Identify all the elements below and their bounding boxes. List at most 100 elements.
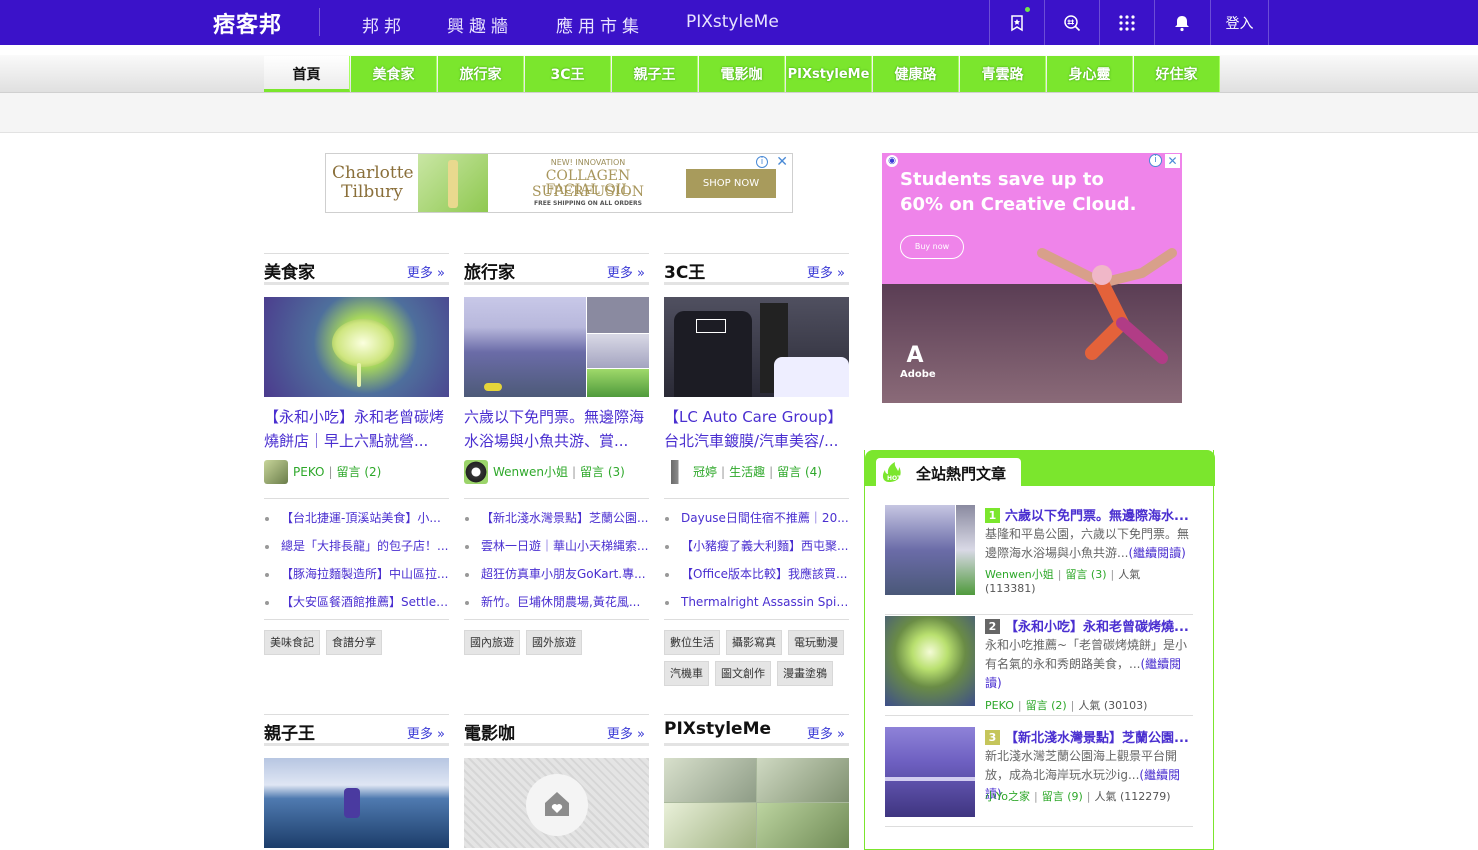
tag[interactable]: 國內旅遊 (464, 630, 520, 655)
ad-buy-now-button[interactable]: Buy now (900, 235, 964, 259)
avatar[interactable] (664, 459, 688, 484)
more-link[interactable]: 更多 » (607, 723, 645, 742)
separator: | (328, 464, 333, 479)
article-title-link[interactable]: 【LC Auto Care Group】台北汽車鍍膜/汽車美容/... (664, 405, 849, 453)
side-ad-adobe[interactable]: Students save up to 60% on Creative Clou… (882, 153, 1182, 403)
more-link[interactable]: 更多 » (607, 262, 645, 281)
article-thumbnail[interactable] (464, 297, 649, 397)
hot-article-title-link[interactable]: 3 【新北淺水灣景點】芝蘭公園... (985, 727, 1193, 746)
tab-food[interactable]: 美食家 (351, 56, 437, 92)
author-link[interactable]: PEKO (293, 465, 324, 479)
tab-mind-body[interactable]: 身心靈 (1047, 56, 1133, 92)
tag[interactable]: 攝影寫真 (726, 630, 782, 655)
ad-choices-icon[interactable]: ◉ (886, 155, 898, 167)
more-link[interactable]: 更多 » (407, 262, 445, 281)
ad-close-icon[interactable]: ✕ (776, 154, 788, 170)
ad-info-icon[interactable]: i (756, 156, 768, 168)
article-thumbnail[interactable] (464, 758, 649, 848)
nav-link-pixstyleme[interactable]: PIXstyleMe (686, 12, 779, 32)
author-link[interactable]: Wenwen小姐 (493, 463, 568, 480)
tag[interactable]: 漫畫塗鴉 (777, 661, 833, 686)
hot-article-thumbnail[interactable] (885, 727, 975, 817)
tab-home[interactable]: 首頁 (264, 56, 350, 92)
list-item[interactable]: 新竹。巨埔休閒農場,黃花風... (464, 588, 649, 616)
tab-movie[interactable]: 電影咖 (699, 56, 785, 92)
comments-link[interactable]: 留言 (4) (777, 463, 822, 480)
article-thumbnail[interactable] (264, 297, 449, 397)
nav-link-app-market[interactable]: 應用市集 (556, 12, 644, 37)
tab-home-living[interactable]: 好住家 (1134, 56, 1220, 92)
section-header: 電影咖 更多 » (464, 714, 649, 746)
category-link[interactable]: 生活趣 (729, 463, 765, 480)
hot-article-title-link[interactable]: 1 六歲以下免門票。無邊際海水... (985, 505, 1193, 524)
more-link[interactable]: 更多 » (807, 723, 845, 742)
more-link[interactable]: 更多 » (807, 262, 845, 281)
tag[interactable]: 國外旅遊 (526, 630, 582, 655)
hot-articles-panel: HOT 全站熱門文章 1 六歲以下免門票。無邊際海水... 基隆和平島公園，六歲以… (864, 450, 1215, 850)
tab-parenting[interactable]: 親子王 (612, 56, 698, 92)
list-item[interactable]: 【小豬瘦了義大利麵】西屯聚... (664, 532, 849, 560)
tab-3c[interactable]: 3C王 (525, 56, 611, 92)
comments-link[interactable]: 留言 (9) (1042, 790, 1083, 803)
hot-article-title-link[interactable]: 2 【永和小吃】永和老曾碳烤燒... (985, 616, 1193, 635)
bookmark-star-icon (1011, 14, 1023, 31)
site-logo[interactable]: 痞客邦 (213, 7, 282, 39)
comments-link[interactable]: 留言 (2) (1026, 699, 1067, 712)
tab-career[interactable]: 青雲路 (960, 56, 1046, 92)
tag[interactable]: 美味食記 (264, 630, 320, 655)
article-title-link[interactable]: 【永和小吃】永和老曾碳烤燒餅店｜早上六點就營... (264, 405, 449, 453)
tag[interactable]: 食譜分享 (326, 630, 382, 655)
ad-brand-text: Charlotte Tilbury (332, 163, 414, 202)
article-title-link[interactable]: 六歲以下免門票。無邊際海水浴場與小魚共游、賞... (464, 405, 649, 453)
hot-article-thumbnail[interactable] (885, 505, 975, 595)
avatar[interactable] (264, 459, 288, 484)
article-thumbnail[interactable] (664, 758, 849, 848)
section-header: 3C王 更多 » (664, 253, 849, 285)
banner-ad-top[interactable]: Charlotte Tilbury NEW! INNOVATION COLLAG… (325, 153, 793, 213)
tab-travel[interactable]: 旅行家 (438, 56, 524, 92)
list-item[interactable]: 超狂仿真車小朋友GoKart.專... (464, 560, 649, 588)
ad-shop-now-button[interactable]: SHOP NOW (686, 169, 776, 198)
ad-line-4: FREE SHIPPING ON ALL ORDERS (534, 200, 642, 207)
tag[interactable]: 電玩動漫 (788, 630, 844, 655)
author-link[interactable]: 冠婷 (693, 463, 717, 480)
hot-article-thumbnail[interactable] (885, 616, 975, 706)
list-item[interactable]: 【新北淺水灣景點】芝蘭公園... (464, 504, 649, 532)
nav-link-bangbang[interactable]: 邦邦 (362, 12, 406, 37)
article-thumbnail[interactable] (664, 297, 849, 397)
author-link[interactable]: PEKO (985, 699, 1014, 712)
tag[interactable]: 圖文創作 (715, 661, 771, 686)
login-button[interactable]: 登入 (1210, 0, 1269, 45)
tag[interactable]: 數位生活 (664, 630, 720, 655)
author-link[interactable]: Wenwen小姐 (985, 568, 1054, 581)
list-item[interactable]: 雲林一日遊｜華山小天梯縄索... (464, 532, 649, 560)
ad-info-icon[interactable]: i (1149, 154, 1162, 167)
bookmark-star-button[interactable] (989, 0, 1044, 45)
avatar[interactable] (464, 459, 488, 484)
app-grid-button[interactable] (1099, 0, 1154, 45)
tab-pixstyleme[interactable]: PIXstyleMe (786, 56, 872, 92)
tab-health[interactable]: 健康路 (873, 56, 959, 92)
list-item[interactable]: 【Office版本比較】我應該買... (664, 560, 849, 588)
section-pixstyleme: PIXstyleMe 更多 » (664, 714, 849, 848)
ad-close-icon[interactable]: ✕ (1165, 154, 1180, 168)
list-item[interactable]: Dayuse日間住宿不推薦｜20... (664, 504, 849, 532)
section-header: PIXstyleMe 更多 » (664, 714, 849, 746)
notification-button[interactable] (1154, 0, 1209, 45)
search-button[interactable] (1044, 0, 1099, 45)
read-more-link[interactable]: (繼續閱讀) (1128, 546, 1185, 560)
tag[interactable]: 汽機車 (664, 661, 709, 686)
list-item[interactable]: Thermalright Assassin Spirit ... (664, 588, 849, 616)
list-item[interactable]: 【豚海拉麵製造所】中山區拉... (264, 560, 449, 588)
article-thumbnail[interactable] (264, 758, 449, 848)
list-item[interactable]: 【台北捷運-頂溪站美食】小... (264, 504, 449, 532)
more-link[interactable]: 更多 » (407, 723, 445, 742)
tag-list: 美味食記 食譜分享 (264, 630, 449, 655)
author-link[interactable]: 小Yo之家 (985, 790, 1030, 803)
nav-link-interest-wall[interactable]: 興趣牆 (447, 12, 513, 37)
comments-link[interactable]: 留言 (3) (580, 463, 625, 480)
list-item[interactable]: 總是「大排長龍」的包子店！... (264, 532, 449, 560)
list-item[interactable]: 【大安區餐酒館推薦】Settle ... (264, 588, 449, 616)
comments-link[interactable]: 留言 (3) (1065, 568, 1106, 581)
comments-link[interactable]: 留言 (2) (337, 463, 382, 480)
